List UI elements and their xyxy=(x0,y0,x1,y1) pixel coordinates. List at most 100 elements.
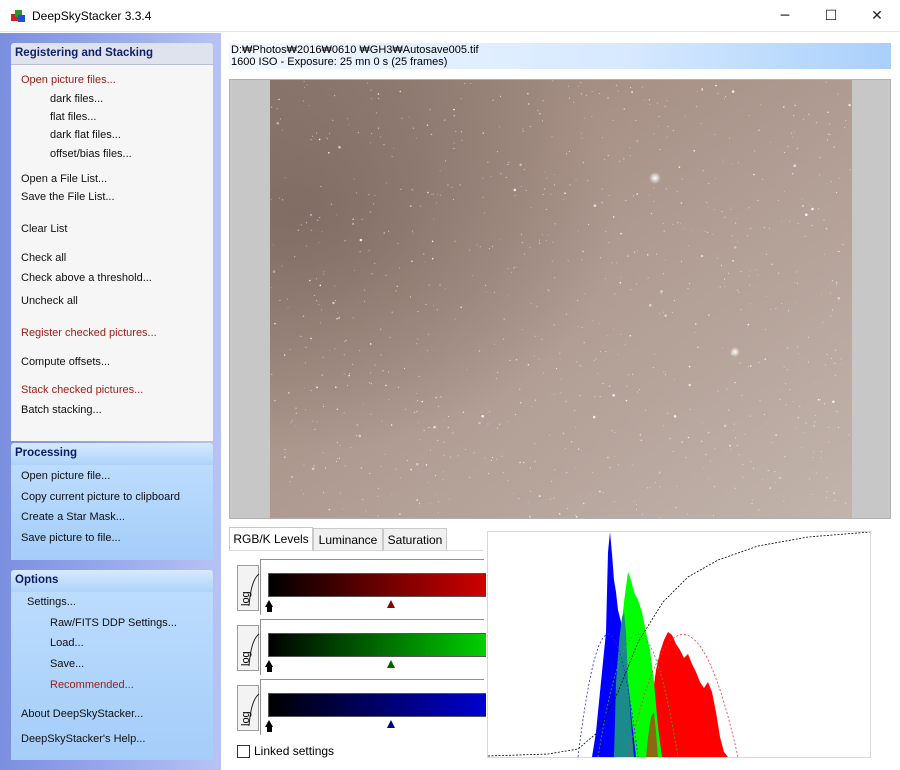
minimize-button[interactable]: ─ xyxy=(762,0,808,32)
log-toggle-blue[interactable]: log xyxy=(237,685,260,731)
green-mid-point-marker[interactable] xyxy=(387,660,395,668)
star xyxy=(720,264,722,266)
log-toggle-red[interactable]: log xyxy=(237,565,260,611)
image-viewer[interactable] xyxy=(229,79,891,519)
star xyxy=(684,115,686,117)
linked-settings[interactable]: Linked settings xyxy=(237,744,334,758)
star xyxy=(495,378,497,379)
star xyxy=(270,287,272,289)
settings-link[interactable]: Settings... xyxy=(27,596,76,608)
star xyxy=(334,285,336,287)
star xyxy=(826,491,828,492)
star xyxy=(433,218,435,220)
star xyxy=(305,409,306,411)
tab-saturation[interactable]: Saturation xyxy=(383,528,447,550)
batch-stacking-link[interactable]: Batch stacking... xyxy=(21,404,102,416)
star xyxy=(721,210,723,212)
green-black-point-marker[interactable] xyxy=(265,660,273,667)
recommended-settings-link[interactable]: Recommended... xyxy=(50,679,134,691)
clear-list-link[interactable]: Clear List xyxy=(21,223,67,235)
load-settings-link[interactable]: Load... xyxy=(50,637,84,649)
star xyxy=(336,442,338,444)
star xyxy=(623,158,625,160)
star xyxy=(648,304,652,307)
star xyxy=(423,253,425,255)
star xyxy=(294,256,296,258)
blue-mid-point-marker[interactable] xyxy=(387,720,395,728)
star xyxy=(527,103,530,105)
star xyxy=(547,234,549,236)
star xyxy=(412,127,414,129)
star xyxy=(527,363,530,366)
star xyxy=(426,124,429,127)
star xyxy=(688,383,691,387)
save-settings-link[interactable]: Save... xyxy=(50,658,84,670)
compute-offsets-link[interactable]: Compute offsets... xyxy=(21,356,110,368)
maximize-button[interactable]: ☐ xyxy=(808,0,854,32)
linked-settings-checkbox[interactable] xyxy=(237,744,250,758)
star xyxy=(522,130,524,132)
tab-luminance[interactable]: Luminance xyxy=(313,528,383,550)
star xyxy=(469,476,471,478)
star xyxy=(681,261,682,263)
open-picture-file-link[interactable]: Open picture file... xyxy=(21,470,110,482)
star xyxy=(300,335,302,337)
close-button[interactable]: ✕ xyxy=(854,0,900,32)
options-panel: Options Settings... Raw/FITS DDP Setting… xyxy=(11,570,213,760)
save-picture-link[interactable]: Save picture to file... xyxy=(21,532,121,544)
star xyxy=(338,145,341,149)
astro-image[interactable] xyxy=(270,80,852,518)
star xyxy=(336,317,338,320)
open-picture-files-link[interactable]: Open picture files... xyxy=(21,74,116,86)
star xyxy=(549,434,551,436)
flat-files-link[interactable]: flat files... xyxy=(50,111,96,123)
star xyxy=(303,81,305,82)
check-above-threshold-link[interactable]: Check above a threshold... xyxy=(21,272,152,284)
tab-rgb-levels[interactable]: RGB/K Levels xyxy=(229,527,313,551)
star xyxy=(443,441,445,443)
dark-files-link[interactable]: dark files... xyxy=(50,93,103,105)
star xyxy=(734,487,736,489)
raw-fits-settings-link[interactable]: Raw/FITS DDP Settings... xyxy=(50,617,177,629)
star xyxy=(447,184,449,186)
star xyxy=(332,301,335,305)
check-all-link[interactable]: Check all xyxy=(21,252,66,264)
star xyxy=(410,468,412,471)
star xyxy=(836,411,838,412)
star xyxy=(565,400,567,403)
star xyxy=(725,96,727,97)
blue-black-point-marker[interactable] xyxy=(265,720,273,727)
stack-checked-link[interactable]: Stack checked pictures... xyxy=(21,384,143,396)
star xyxy=(442,420,444,421)
star xyxy=(553,184,555,186)
star xyxy=(276,108,278,110)
copy-to-clipboard-link[interactable]: Copy current picture to clipboard xyxy=(21,491,180,503)
star xyxy=(274,322,276,325)
star xyxy=(849,169,851,171)
about-link[interactable]: About DeepSkyStacker... xyxy=(21,708,143,720)
star xyxy=(592,472,594,474)
open-file-list-link[interactable]: Open a File List... xyxy=(21,173,107,185)
register-checked-link[interactable]: Register checked pictures... xyxy=(21,327,157,339)
log-toggle-green[interactable]: log xyxy=(237,625,260,671)
dark-flat-files-link[interactable]: dark flat files... xyxy=(50,129,121,141)
uncheck-all-link[interactable]: Uncheck all xyxy=(21,295,78,307)
red-black-point-marker[interactable] xyxy=(265,600,273,607)
red-mid-point-marker[interactable] xyxy=(387,600,395,608)
star xyxy=(833,146,835,148)
star xyxy=(382,370,384,372)
star xyxy=(817,398,820,401)
star xyxy=(700,440,703,443)
star xyxy=(714,448,716,450)
create-star-mask-link[interactable]: Create a Star Mask... xyxy=(21,511,125,523)
star xyxy=(406,460,408,461)
star xyxy=(794,104,796,107)
offset-bias-files-link[interactable]: offset/bias files... xyxy=(50,148,132,160)
help-link[interactable]: DeepSkyStacker's Help... xyxy=(21,733,145,745)
star xyxy=(568,151,570,152)
star xyxy=(611,262,613,264)
star xyxy=(451,186,453,188)
save-file-list-link[interactable]: Save the File List... xyxy=(21,191,115,203)
star xyxy=(785,383,786,385)
star xyxy=(787,145,789,147)
